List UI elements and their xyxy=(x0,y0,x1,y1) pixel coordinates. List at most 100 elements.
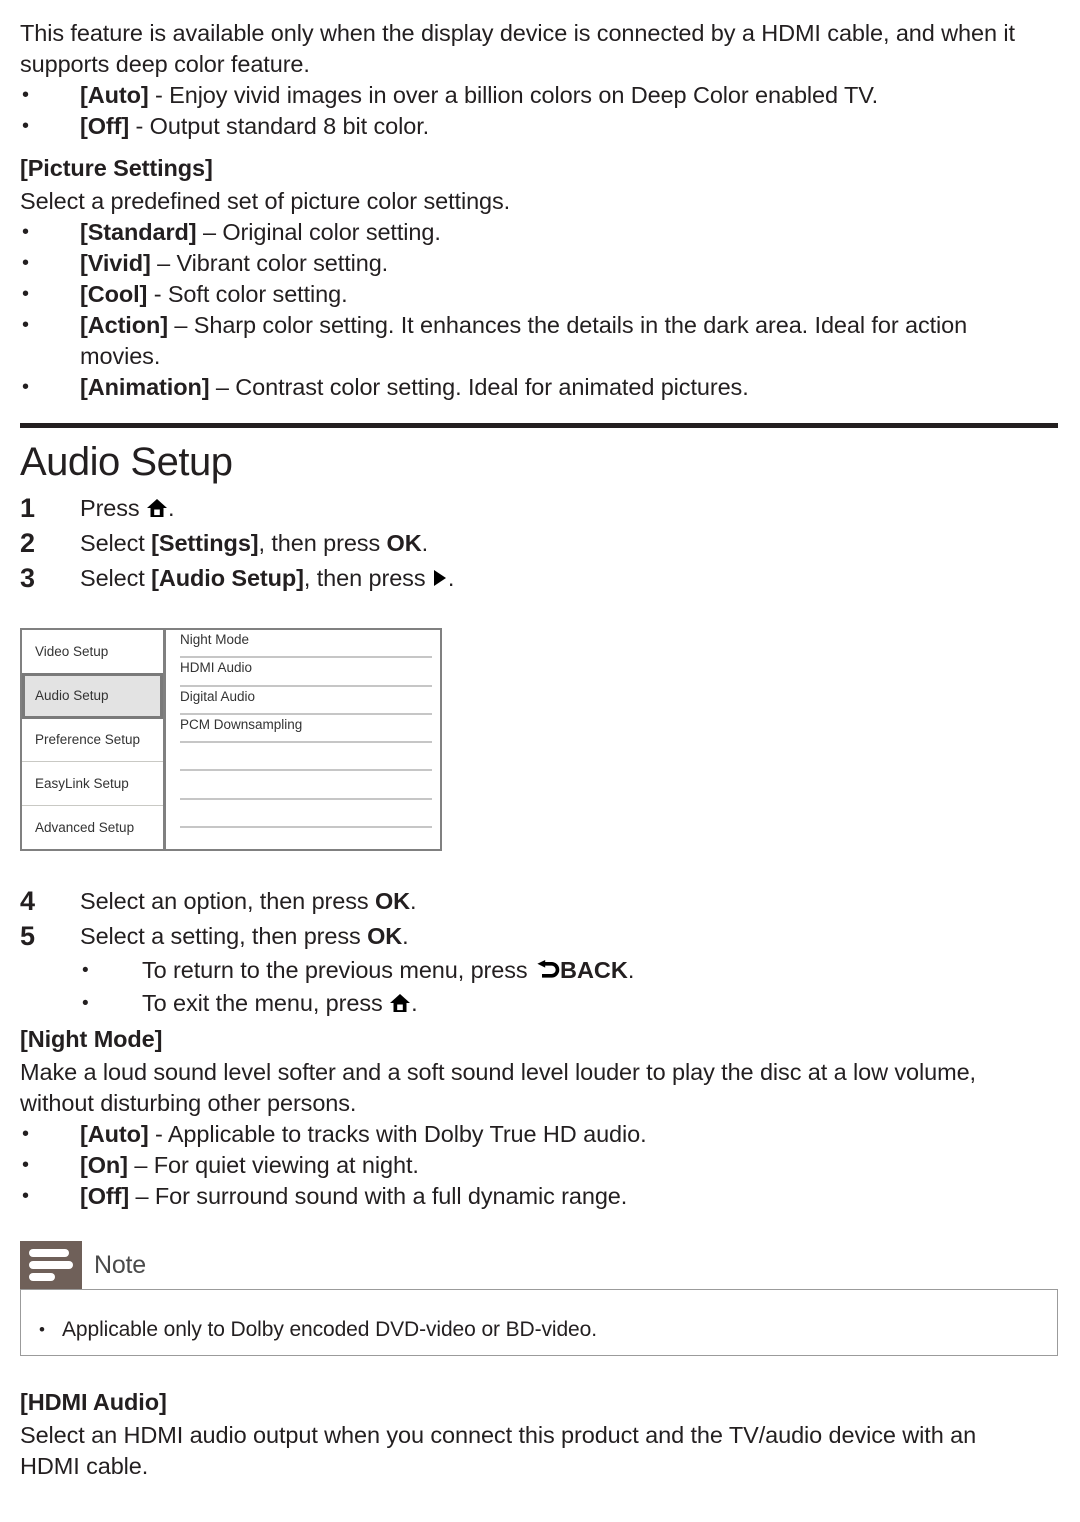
list-item: • [Auto] - Enjoy vivid images in over a … xyxy=(20,80,1030,111)
bullet-glyph: • xyxy=(22,1185,29,1207)
option-label: [Action] xyxy=(80,312,168,338)
substep-key-label: BACK xyxy=(559,957,628,983)
step-text: Select a setting, then press OK. xyxy=(80,919,1030,954)
note-icon-bar xyxy=(29,1261,73,1269)
list-item: 2 Select [Settings], then press OK. xyxy=(20,526,1030,561)
sidebar-item-preference-setup[interactable]: Preference Setup xyxy=(22,719,163,762)
intro-paragraph: This feature is available only when the … xyxy=(20,18,1025,80)
setup-menu-right-column: Night Mode HDMI Audio Digital Audio PCM … xyxy=(166,630,440,849)
step-text-post: . xyxy=(410,888,417,914)
step-key-label: OK xyxy=(374,888,411,914)
picture-settings-option-list: • [Standard] – Original color setting. •… xyxy=(20,217,1030,403)
home-icon xyxy=(389,993,411,1013)
step-text-mid: , then press xyxy=(258,530,387,556)
sidebar-item-audio-setup[interactable]: Audio Setup xyxy=(22,672,163,719)
menu-item-empty xyxy=(180,743,432,772)
step-menu-label: [Settings] xyxy=(151,530,259,556)
list-item: • [Animation] – Contrast color setting. … xyxy=(20,372,1030,403)
step-text-mid: , then press xyxy=(303,565,432,591)
bullet-glyph: • xyxy=(82,960,89,981)
menu-item-empty xyxy=(180,828,432,849)
note-icon-bar xyxy=(29,1249,69,1257)
menu-item-night-mode[interactable]: Night Mode xyxy=(180,630,432,659)
option-desc: – Contrast color setting. Ideal for anim… xyxy=(209,374,749,400)
list-item: 5 Select a setting, then press OK. xyxy=(20,919,1030,954)
option-line: [Off] - Output standard 8 bit color. xyxy=(80,111,1030,142)
menu-item-label: Digital Audio xyxy=(180,688,256,704)
document-page: This feature is available only when the … xyxy=(20,0,1060,1522)
step-text-pre: Press xyxy=(80,495,146,521)
sidebar-item-advanced-setup[interactable]: Advanced Setup xyxy=(22,806,163,850)
step-text-post: . xyxy=(168,495,175,521)
bullet-glyph: • xyxy=(22,376,29,398)
sidebar-item-easylink-setup[interactable]: EasyLink Setup xyxy=(22,762,163,806)
option-line: [On] – For quiet viewing at night. xyxy=(80,1150,1030,1181)
play-right-icon xyxy=(432,569,448,587)
sidebar-item-label: EasyLink Setup xyxy=(35,775,129,791)
substep-text: To exit the menu, press . xyxy=(142,987,1030,1020)
step-text-pre: Select a setting, then press xyxy=(80,923,368,949)
step-text-pre: Select an option, then press xyxy=(80,888,375,914)
intro-option-list: • [Auto] - Enjoy vivid images in over a … xyxy=(20,80,1030,142)
option-label: [On] xyxy=(80,1152,128,1178)
substep-text: To return to the previous menu, press BA… xyxy=(142,954,1030,987)
sidebar-item-video-setup[interactable]: Video Setup xyxy=(22,630,163,674)
step-number: 5 xyxy=(20,921,35,951)
substep-text-post: . xyxy=(411,990,418,1016)
note-callout: Note • Applicable only to Dolby encoded … xyxy=(20,1241,1058,1356)
bullet-glyph: • xyxy=(22,84,29,106)
note-text: Applicable only to Dolby encoded DVD-vid… xyxy=(62,1317,597,1341)
note-label: Note xyxy=(94,1250,147,1279)
option-desc: – Vibrant color setting. xyxy=(150,250,389,276)
option-line: [Cool] - Soft color setting. xyxy=(80,279,1030,310)
step-text-pre: Select xyxy=(80,530,152,556)
option-line: [Animation] – Contrast color setting. Id… xyxy=(80,372,1030,403)
option-desc: - Soft color setting. xyxy=(147,281,348,307)
home-icon xyxy=(146,498,168,518)
step-text: Select [Settings], then press OK. xyxy=(80,526,1030,561)
picture-settings-paragraph: Select a predefined set of picture color… xyxy=(20,188,511,214)
option-desc: - Applicable to tracks with Dolby True H… xyxy=(148,1121,647,1147)
night-mode-option-list: • [Auto] - Applicable to tracks with Dol… xyxy=(20,1119,1030,1212)
step-key-label: OK xyxy=(386,530,422,556)
step-text-post: . xyxy=(447,565,455,591)
menu-item-label: Night Mode xyxy=(180,632,250,647)
list-item: • To return to the previous menu, press … xyxy=(20,954,1030,987)
menu-item-digital-audio[interactable]: Digital Audio xyxy=(180,687,432,715)
step-text: Select [Audio Setup], then press . xyxy=(80,561,1030,596)
list-item: 1 Press . xyxy=(20,491,1030,526)
step-text: Select an option, then press OK. xyxy=(80,884,1030,919)
back-arrow-icon xyxy=(534,959,560,981)
page-title: Audio Setup xyxy=(20,440,233,484)
picture-settings-section: [Picture Settings] Select a predefined s… xyxy=(20,152,1030,403)
note-icon-bar xyxy=(29,1273,55,1281)
option-label: [Vivid] xyxy=(80,250,151,276)
option-line: [Standard] – Original color setting. xyxy=(80,217,1030,248)
audio-setup-steps-4-5: 4 Select an option, then press OK. 5 Sel… xyxy=(20,884,1030,1020)
option-desc: – For surround sound with a full dynamic… xyxy=(129,1183,628,1209)
option-desc: - Output standard 8 bit color. xyxy=(129,113,430,139)
menu-item-label: HDMI Audio xyxy=(180,660,253,676)
sidebar-item-label: Preference Setup xyxy=(35,732,141,748)
menu-item-empty xyxy=(180,800,432,829)
menu-item-pcm-downsampling[interactable]: PCM Downsampling xyxy=(180,715,432,744)
bullet-glyph: • xyxy=(22,1154,29,1176)
bullet-glyph: • xyxy=(22,115,29,137)
setup-menu-screenshot: Video Setup Audio Setup Preference Setup… xyxy=(20,628,442,851)
menu-item-hdmi-audio[interactable]: HDMI Audio xyxy=(180,658,432,687)
step-text-post: . xyxy=(421,530,429,556)
sidebar-item-label: Advanced Setup xyxy=(35,819,135,835)
list-item: • Applicable only to Dolby encoded DVD-v… xyxy=(39,1316,597,1344)
bullet-glyph: • xyxy=(22,1123,29,1145)
list-item: • [Standard] – Original color setting. xyxy=(20,217,1030,248)
night-mode-heading: [Night Mode] xyxy=(20,1026,163,1052)
option-desc: – For quiet viewing at night. xyxy=(127,1152,419,1178)
list-item: • [Off] – For surround sound with a full… xyxy=(20,1181,1030,1212)
option-line: [Action] – Sharp color setting. It enhan… xyxy=(80,310,1000,372)
bullet-glyph: • xyxy=(22,252,29,274)
option-desc: – Original color setting. xyxy=(196,219,441,245)
list-item: • [Cool] - Soft color setting. xyxy=(20,279,1030,310)
option-label: [Cool] xyxy=(80,281,148,307)
option-label: [Animation] xyxy=(80,374,210,400)
list-item: • [Vivid] – Vibrant color setting. xyxy=(20,248,1030,279)
